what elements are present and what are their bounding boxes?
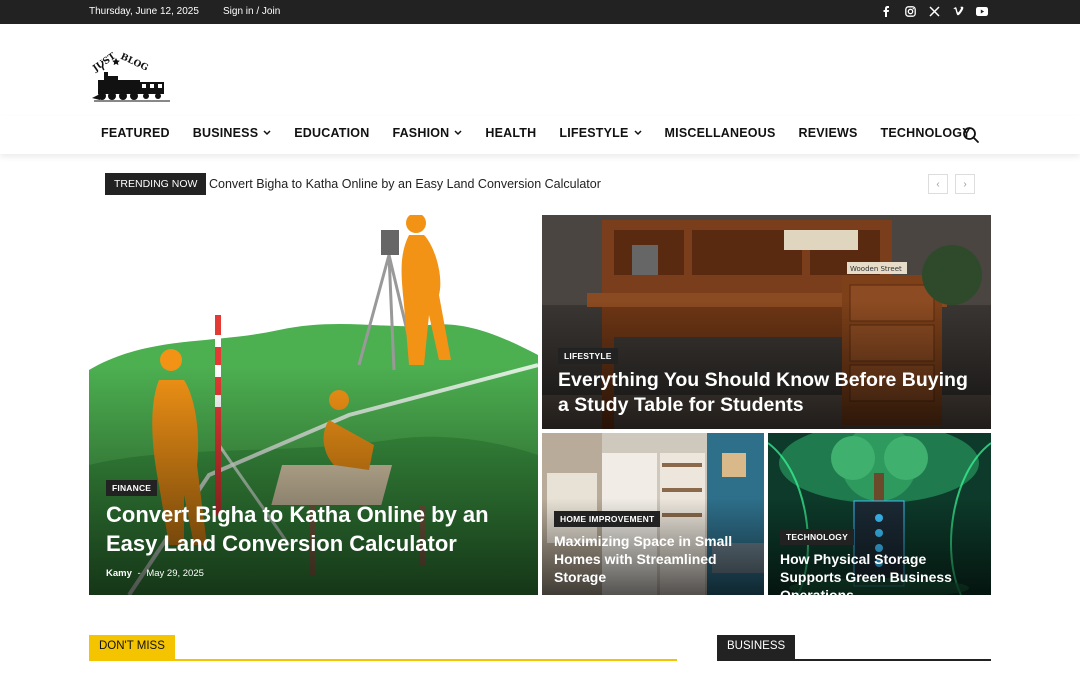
chevron-down-icon (454, 128, 462, 138)
nav-item-fashion[interactable]: FASHION (392, 126, 462, 140)
facebook-icon[interactable] (880, 5, 892, 17)
business-section-header: BUSINESS (717, 635, 991, 661)
main-navigation: FEATURED BUSINESS EDUCATION FASHION HEALTH LI… (0, 116, 1080, 154)
featured-main-article[interactable]: FINANCE Convert Bigha to Katha Online by… (89, 215, 538, 595)
nav-item-label: LIFESTYLE (559, 126, 629, 140)
featured-main-title[interactable]: Convert Bigha to Katha Online by an Easy… (106, 500, 506, 558)
featured-top-right-article[interactable]: Wooden Street LIFESTYLE Everything You S… (542, 215, 991, 429)
chevron-down-icon (634, 128, 642, 138)
social-links (880, 5, 988, 17)
nav-item-label: HEALTH (485, 126, 537, 140)
featured-bottom-right-article[interactable]: TECHNOLOGY How Physical Storage Supports… (768, 433, 991, 595)
trending-bar: TRENDING NOW Convert Bigha to Katha Onli… (105, 173, 975, 195)
top-right-title[interactable]: Everything You Should Know Before Buying… (558, 368, 978, 418)
nav-item-miscellaneous[interactable]: MISCELLANEOUS (665, 126, 776, 140)
bottom-right-title[interactable]: How Physical Storage Supports Green Busi… (780, 550, 985, 595)
bottom-left-title[interactable]: Maximizing Space in Small Homes with Str… (554, 532, 754, 586)
category-badge[interactable]: LIFESTYLE (558, 348, 618, 364)
dont-miss-title[interactable]: DON'T MISS (89, 635, 175, 659)
svg-text:BLOG: BLOG (119, 52, 150, 74)
business-title[interactable]: BUSINESS (717, 635, 796, 659)
meta-separator: - (137, 568, 141, 579)
featured-main-meta: Kamy - May 29, 2025 (106, 568, 204, 579)
nav-item-label: FASHION (392, 126, 450, 140)
search-icon[interactable] (962, 126, 980, 144)
nav-item-label: BUSINESS (192, 126, 259, 140)
top-bar: Thursday, June 12, 2025 Sign in / Join (0, 0, 1080, 24)
trending-next-button[interactable]: › (955, 174, 975, 194)
vimeo-icon[interactable] (952, 5, 964, 17)
nav-item-reviews[interactable]: REVIEWS (798, 126, 857, 140)
svg-text:JUST: JUST (91, 51, 119, 74)
nav-item-label: REVIEWS (798, 126, 858, 140)
trending-badge: TRENDING NOW (105, 173, 207, 195)
nav-item-label: TECHNOLOGY (880, 126, 971, 140)
x-icon[interactable] (928, 5, 940, 17)
author-name[interactable]: Kamy (106, 568, 132, 579)
nav-item-label: EDUCATION (294, 126, 370, 140)
nav-item-health[interactable]: HEALTH (485, 126, 536, 140)
nav-item-lifestyle[interactable]: LIFESTYLE (559, 126, 642, 140)
nav-item-label: MISCELLANEOUS (664, 126, 776, 140)
category-badge[interactable]: TECHNOLOGY (780, 529, 854, 545)
current-date: Thursday, June 12, 2025 (89, 6, 199, 17)
nav-item-business[interactable]: BUSINESS (193, 126, 272, 140)
signin-link[interactable]: Sign in / Join (223, 6, 280, 17)
nav-items: FEATURED BUSINESS EDUCATION FASHION HEALTH LI… (101, 126, 994, 140)
featured-bottom-left-article[interactable]: HOME IMPROVEMENT Maximizing Space in Sma… (542, 433, 764, 595)
trending-headline[interactable]: Convert Bigha to Katha Online by an Easy… (209, 177, 601, 191)
post-date: May 29, 2025 (146, 568, 204, 579)
wooden-street-label: Wooden Street (850, 265, 902, 273)
site-logo[interactable]: JUST BLOG (90, 48, 172, 104)
instagram-icon[interactable] (904, 5, 916, 17)
nav-item-technology[interactable]: TECHNOLOGY (881, 126, 971, 140)
youtube-icon[interactable] (976, 5, 988, 17)
nav-item-featured[interactable]: FEATURED (101, 126, 170, 140)
chevron-down-icon (263, 128, 271, 138)
dont-miss-section-header: DON'T MISS (89, 635, 677, 661)
category-badge[interactable]: FINANCE (106, 480, 158, 496)
nav-item-education[interactable]: EDUCATION (294, 126, 369, 140)
category-badge[interactable]: HOME IMPROVEMENT (554, 511, 661, 527)
nav-item-label: FEATURED (101, 126, 170, 140)
trending-prev-button[interactable]: ‹ (928, 174, 948, 194)
